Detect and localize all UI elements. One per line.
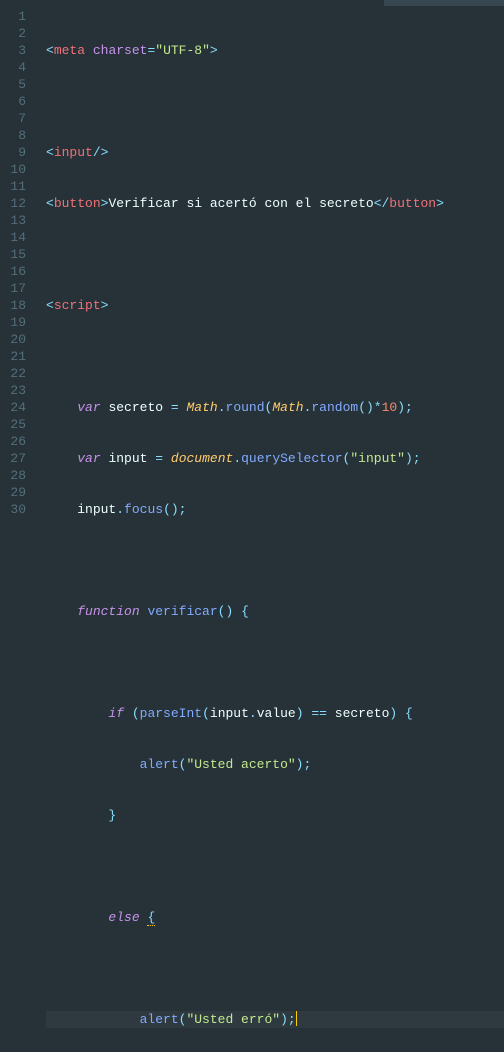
line-number: 23 [4,382,26,399]
code-line[interactable]: } [46,807,504,824]
line-number: 14 [4,229,26,246]
line-number: 1 [4,8,26,25]
code-line[interactable]: alert("Usted acerto"); [46,756,504,773]
line-number: 4 [4,59,26,76]
line-number: 20 [4,331,26,348]
line-number: 6 [4,93,26,110]
line-number: 3 [4,42,26,59]
code-line[interactable]: var input = document.querySelector("inpu… [46,450,504,467]
line-number: 9 [4,144,26,161]
line-number: 18 [4,297,26,314]
line-number: 11 [4,178,26,195]
code-line[interactable] [46,960,504,977]
line-number: 19 [4,314,26,331]
code-editor[interactable]: 1 2 3 4 5 6 7 8 9 10 11 12 13 14 15 16 1… [0,0,504,1052]
line-number: 21 [4,348,26,365]
line-number: 26 [4,433,26,450]
code-line[interactable]: <input/> [46,144,504,161]
line-number: 25 [4,416,26,433]
line-number: 30 [4,501,26,518]
line-number-gutter: 1 2 3 4 5 6 7 8 9 10 11 12 13 14 15 16 1… [0,0,34,1052]
code-line[interactable]: input.focus(); [46,501,504,518]
code-line-active[interactable]: alert("Usted erró"); [46,1011,504,1028]
code-line[interactable]: else { [46,909,504,926]
line-number: 13 [4,212,26,229]
line-number: 15 [4,246,26,263]
code-line[interactable] [46,246,504,263]
line-number: 29 [4,484,26,501]
line-number: 7 [4,110,26,127]
line-number: 24 [4,399,26,416]
line-number: 27 [4,450,26,467]
code-line[interactable] [46,93,504,110]
code-line[interactable] [46,552,504,569]
code-line[interactable]: if (parseInt(input.value) == secreto) { [46,705,504,722]
line-number: 22 [4,365,26,382]
text-cursor [296,1011,297,1026]
code-line[interactable]: <meta charset="UTF-8"> [46,42,504,59]
line-number: 17 [4,280,26,297]
line-number: 12 [4,195,26,212]
code-line[interactable]: var secreto = Math.round(Math.random()*1… [46,399,504,416]
code-line[interactable] [46,654,504,671]
line-number: 10 [4,161,26,178]
line-number: 2 [4,25,26,42]
code-line[interactable] [46,858,504,875]
line-number: 5 [4,76,26,93]
line-number: 28 [4,467,26,484]
code-line[interactable] [46,348,504,365]
code-line[interactable]: <button>Verificar si acertó con el secre… [46,195,504,212]
code-line[interactable]: function verificar() { [46,603,504,620]
line-number: 16 [4,263,26,280]
line-number: 8 [4,127,26,144]
code-line[interactable]: <script> [46,297,504,314]
code-area[interactable]: <meta charset="UTF-8"> <input/> <button>… [34,0,504,1052]
